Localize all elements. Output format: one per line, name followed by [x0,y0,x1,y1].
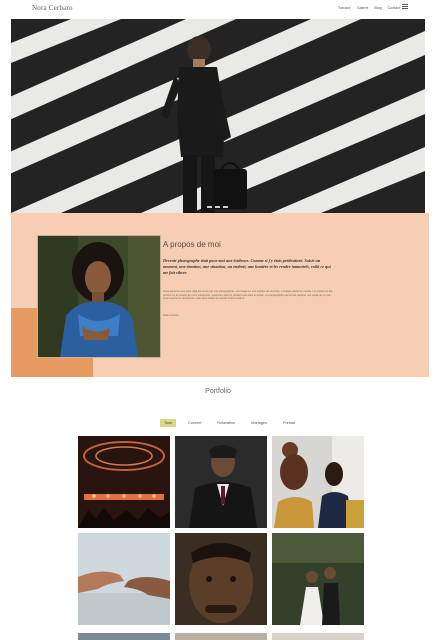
filter-relaxation[interactable]: Relaxation [213,419,239,427]
filter-concert[interactable]: Concert [184,419,205,427]
portfolio-item-hands[interactable] [78,533,170,625]
nav-item-travaux[interactable]: Travaux [338,6,351,10]
hero-pagination [207,206,228,208]
portfolio-title: Portfolio [205,388,231,395]
hero-dot-3[interactable] [223,206,228,208]
nav-item-blog[interactable]: Blog [374,6,381,10]
portfolio-filters: Tous Concert Relaxation Mariages Portrai… [160,419,299,427]
nav-item-contact[interactable]: Contact [388,6,400,10]
about-title: A propos de moi [163,240,221,249]
portfolio-item-9[interactable] [272,630,364,640]
about-quote: Devenir photographe était pour moi une é… [163,258,331,275]
hamburger-menu-icon[interactable] [402,4,408,10]
nav-item-galerie[interactable]: Galerie [357,6,369,10]
portfolio-item-8[interactable] [175,630,267,640]
filter-portrait[interactable]: Portrait [279,419,299,427]
portfolio-item-portrait-man[interactable] [175,533,267,625]
hero-slider[interactable] [11,19,425,213]
filter-mariages[interactable]: Mariages [247,419,271,427]
site-header: Nora Cerbaro Travaux Galerie Blog Contac… [0,0,436,18]
filter-tous[interactable]: Tous [160,419,177,427]
portfolio-item-man-suit[interactable] [175,436,267,528]
about-signature: Nora Cerbaro [163,314,179,317]
about-body-text: Nous pensons tous avoir déjà été émus pa… [163,290,333,301]
about-portrait-image [37,235,161,358]
site-logo[interactable]: Nora Cerbaro [32,4,73,12]
portfolio-item-concert[interactable] [78,436,170,528]
portfolio-item-wedding[interactable] [272,533,364,625]
hero-dot-1[interactable] [207,206,212,208]
main-nav: Travaux Galerie Blog Contact [338,6,400,10]
portfolio-item-7[interactable] [78,630,170,640]
hero-dot-2[interactable] [215,206,220,208]
portfolio-item-women-chat[interactable] [272,436,364,528]
hero-image [11,19,425,213]
